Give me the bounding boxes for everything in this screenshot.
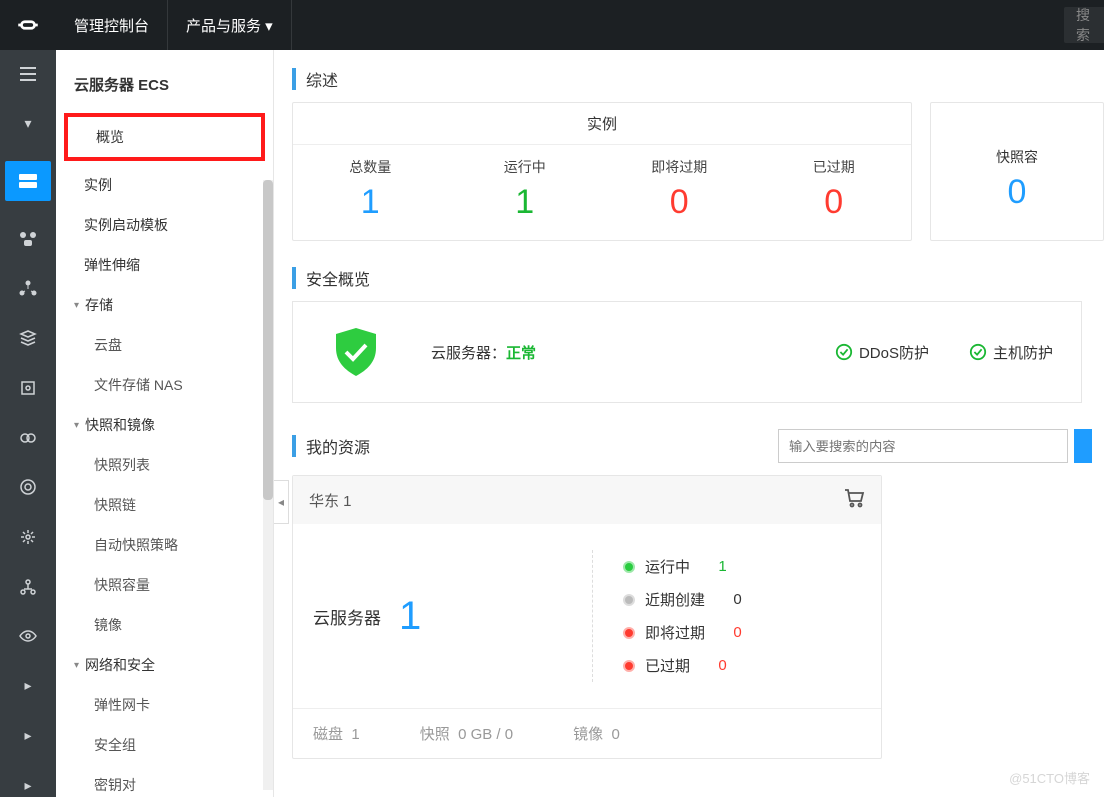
group-storage[interactable]: 存储 [56,285,273,325]
menu-icon[interactable] [0,62,56,86]
section-summary-title: 综述 [292,68,1104,90]
stat-label: 运行中 [448,157,603,177]
status-label: 近期创建 [645,589,705,610]
search-input[interactable]: 搜索 [1064,7,1104,43]
top-bar: 管理控制台 产品与服务 ▾ 搜索 [0,0,1104,50]
host-check: 主机防护 [969,342,1053,363]
status-line: 近期创建 0 [623,583,861,616]
instance-card: 实例 总数量1运行中1即将过期0已过期0 [292,102,912,241]
footer-item: 快照 0 GB / 0 [420,723,513,744]
menu-security-group[interactable]: 安全组 [56,725,273,765]
snapshot-card: 快照容 0 [930,102,1104,241]
main-content: ◂ 综述 实例 总数量1运行中1即将过期0已过期0 快照容 0 安全概览 云服务… [274,50,1104,797]
products-dropdown[interactable]: 产品与服务 ▾ [168,0,292,50]
stat-label: 已过期 [757,157,912,177]
footer-item: 镜像 0 [573,723,620,744]
chevron-down-icon[interactable]: ▾ [0,112,56,136]
menu-snapshot-list[interactable]: 快照列表 [56,445,273,485]
menu-snapshot-chain[interactable]: 快照链 [56,485,273,525]
stat-item: 总数量 1 [293,145,448,240]
menu-auto-snapshot[interactable]: 自动快照策略 [56,525,273,565]
cloud-icon[interactable] [0,426,56,450]
status-label: 即将过期 [645,622,705,643]
menu-image[interactable]: 镜像 [56,605,273,645]
resource-card: 华东 1 云服务器 1 运行中 1近期创建 0即将过期 0已过期 0 磁盘 1快… [292,475,882,759]
status-dot [623,594,635,606]
section-security-title: 安全概览 [292,267,1104,289]
stat-label: 总数量 [293,157,448,177]
stat-label: 即将过期 [602,157,757,177]
nodes-icon[interactable] [0,277,56,301]
status-value: 0 [733,624,741,641]
search-button[interactable] [1074,429,1092,463]
stack-icon[interactable] [0,326,56,350]
status-label: 运行中 [645,556,690,577]
collapse-sidebar-tab[interactable]: ◂ [274,480,289,524]
group-snapshot[interactable]: 快照和镜像 [56,405,273,445]
watermark: @51CTO博客 [1009,768,1090,787]
status-value: 0 [733,591,741,608]
menu-disk[interactable]: 云盘 [56,325,273,365]
status-line: 已过期 0 [623,649,861,682]
region-label: 华东 1 [309,490,352,511]
stat-value: 1 [448,183,603,222]
instance-card-head: 实例 [293,103,911,145]
server-icon[interactable] [5,161,51,200]
eye-icon[interactable] [0,624,56,648]
icon-rail: ▾ ▸ ▸ ▸ [0,50,56,797]
stat-value: 1 [293,183,448,222]
scrollbar-thumb[interactable] [263,180,273,500]
menu-nas[interactable]: 文件存储 NAS [56,365,273,405]
shape-icon[interactable] [0,227,56,251]
chevron-right-icon-3[interactable]: ▸ [0,773,56,797]
server-count: 1 [399,594,421,639]
menu-keypair[interactable]: 密钥对 [56,765,273,797]
footer-item: 磁盘 1 [313,723,360,744]
cube-icon[interactable] [0,376,56,400]
status-dot [623,561,635,573]
status-label: 已过期 [645,655,690,676]
snapshot-label: 快照容 [931,147,1103,167]
menu-snapshot-capacity[interactable]: 快照容量 [56,565,273,605]
chevron-right-icon-1[interactable]: ▸ [0,674,56,698]
stat-item: 已过期 0 [757,145,912,240]
group-network[interactable]: 网络和安全 [56,645,273,685]
console-link[interactable]: 管理控制台 [56,0,168,50]
menu-auto-scaling[interactable]: 弹性伸缩 [56,245,273,285]
section-myres-title: 我的资源 [292,435,370,457]
status-line: 即将过期 0 [623,616,861,649]
status-line: 运行中 1 [623,550,861,583]
status-value: 1 [718,558,726,575]
submenu-title: 云服务器 ECS [56,50,273,113]
stat-value: 0 [757,183,912,222]
security-overview-card: 云服务器：正常 DDoS防护 主机防护 [292,301,1082,403]
status-dot [623,660,635,672]
server-status-text: 云服务器：正常 [431,342,536,363]
status-value: 0 [718,657,726,674]
logo-icon[interactable] [0,0,56,50]
star-icon[interactable] [0,525,56,549]
shield-icon [321,322,391,382]
menu-instances[interactable]: 实例 [56,165,273,205]
stat-item: 运行中 1 [448,145,603,240]
chevron-right-icon-2[interactable]: ▸ [0,724,56,748]
target-icon[interactable] [0,475,56,499]
snapshot-value: 0 [931,173,1103,212]
menu-launch-template[interactable]: 实例启动模板 [56,205,273,245]
cart-icon[interactable] [843,488,865,512]
menu-overview[interactable]: 概览 [64,113,265,161]
stat-value: 0 [602,183,757,222]
status-dot [623,627,635,639]
tree-icon[interactable] [0,575,56,599]
sub-menu: 云服务器 ECS 概览 实例 实例启动模板 弹性伸缩 存储 云盘 文件存储 NA… [56,50,274,797]
server-label: 云服务器 [313,604,381,629]
menu-eni[interactable]: 弹性网卡 [56,685,273,725]
stat-item: 即将过期 0 [602,145,757,240]
ddos-check: DDoS防护 [835,342,929,363]
resource-search-input[interactable] [778,429,1068,463]
